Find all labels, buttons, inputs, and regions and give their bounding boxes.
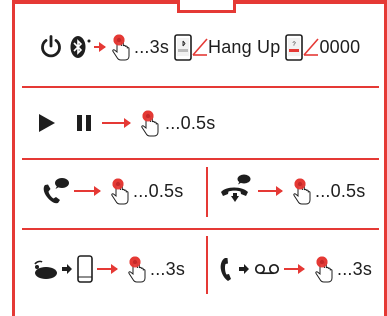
press-button-icon bbox=[107, 177, 131, 205]
phone-hangup-screen-icon bbox=[174, 33, 192, 61]
pause-icon bbox=[76, 114, 92, 132]
press-button-icon bbox=[108, 33, 132, 61]
panel-tab bbox=[177, 0, 236, 13]
play-icon bbox=[38, 113, 56, 133]
call-icon bbox=[218, 256, 234, 282]
bluetooth-mark-icon bbox=[87, 39, 91, 43]
divider bbox=[22, 86, 379, 88]
headset-icon bbox=[32, 258, 58, 280]
phone-icon bbox=[77, 255, 93, 283]
column-divider bbox=[206, 167, 208, 217]
incoming-call-icon bbox=[40, 176, 72, 206]
slash-icon bbox=[192, 38, 208, 56]
duration-text: ...3s bbox=[337, 258, 373, 279]
divider bbox=[22, 158, 379, 160]
slash-icon bbox=[303, 38, 320, 56]
duration-text: ...0.5s bbox=[315, 180, 366, 201]
row-answer-call: ...0.5s bbox=[40, 176, 183, 206]
arrow bbox=[258, 186, 283, 196]
press-button-icon bbox=[289, 177, 313, 205]
arrow bbox=[284, 264, 305, 274]
power-icon bbox=[38, 34, 64, 60]
column-divider bbox=[206, 236, 208, 294]
row-transfer-call: ...3s bbox=[32, 255, 185, 283]
hang-up-call-icon bbox=[218, 174, 252, 208]
duration-text: ...0.5s bbox=[133, 180, 184, 201]
press-button-icon bbox=[137, 109, 161, 137]
divider bbox=[22, 228, 379, 230]
press-button-icon bbox=[124, 255, 148, 283]
press-button-icon bbox=[311, 255, 335, 283]
duration-text: ...3s bbox=[150, 258, 186, 279]
arrow bbox=[94, 42, 106, 52]
arrow bbox=[102, 118, 131, 128]
row-end-call: ...0.5s bbox=[218, 174, 365, 208]
arrow bbox=[97, 264, 118, 274]
row-power: ...3s Hang Up ? 0000 bbox=[38, 33, 360, 61]
duration-text: ...0.5s bbox=[165, 112, 216, 133]
row-voicemail: ...3s bbox=[218, 255, 372, 283]
arrow-right-icon bbox=[238, 263, 250, 275]
bluetooth-icon bbox=[70, 35, 86, 59]
hang-up-label: Hang Up bbox=[208, 36, 281, 57]
voicemail-icon bbox=[254, 263, 280, 275]
redial-number: 0000 bbox=[319, 36, 361, 57]
duration-text: ...3s bbox=[134, 36, 170, 57]
phone-dial-screen-icon: ? bbox=[285, 33, 304, 61]
arrow bbox=[74, 186, 101, 196]
row-play-pause: ...0.5s bbox=[38, 109, 215, 137]
arrow-right-icon bbox=[61, 263, 73, 275]
